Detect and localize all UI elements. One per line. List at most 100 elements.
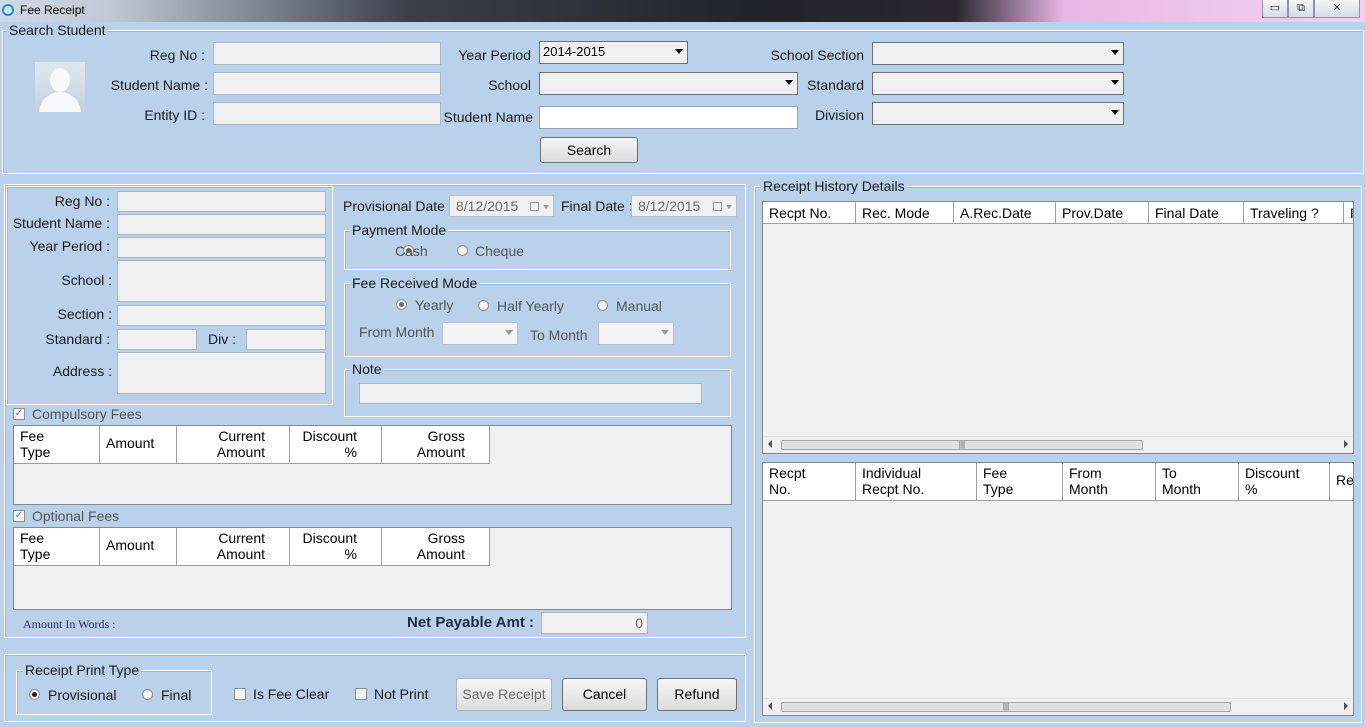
compulsory-fees-label: Compulsory Fees bbox=[32, 406, 142, 422]
year-period-detail-label: Year Period : bbox=[29, 238, 110, 254]
provisional-date-label: Provisional Date : bbox=[343, 198, 453, 214]
final-date-picker[interactable]: 8/12/2015 bbox=[631, 195, 737, 217]
reg-no-field[interactable] bbox=[117, 191, 326, 212]
restore-button[interactable]: ⧉ bbox=[1288, 0, 1314, 18]
yearly-radio-label: Yearly bbox=[415, 297, 454, 313]
final-radio[interactable] bbox=[142, 689, 153, 700]
column-header[interactable]: Recpt No. bbox=[763, 202, 856, 223]
column-header[interactable]: Amount bbox=[100, 528, 177, 565]
chevron-down-icon bbox=[543, 205, 549, 209]
cheque-radio[interactable] bbox=[457, 245, 468, 256]
column-header[interactable]: Current Amount bbox=[177, 528, 290, 565]
app-icon bbox=[2, 4, 14, 16]
provisional-date-picker[interactable]: 8/12/2015 bbox=[449, 195, 554, 217]
search-student-name-label: Student Name : bbox=[110, 77, 208, 93]
receipt-detail-grid[interactable]: Recpt No. Individual Recpt No. Fee Type Fro… bbox=[762, 462, 1354, 716]
school-field[interactable] bbox=[117, 260, 326, 302]
calendar-icon bbox=[530, 202, 539, 211]
standard-detail-label: Standard : bbox=[45, 331, 110, 347]
section-field[interactable] bbox=[117, 305, 326, 326]
column-header[interactable]: Recpt No. bbox=[763, 463, 856, 500]
compulsory-fees-grid[interactable]: Fee Type Amount Current Amount Discount% G… bbox=[13, 425, 732, 505]
yearly-radio[interactable] bbox=[396, 299, 407, 310]
column-header[interactable]: Final Date bbox=[1149, 202, 1244, 223]
column-header[interactable]: Traveling ? bbox=[1244, 202, 1344, 223]
optional-fees-checkbox[interactable]: ✓ bbox=[13, 510, 25, 522]
student-photo bbox=[35, 62, 85, 112]
column-header[interactable]: Rec. Mode bbox=[856, 202, 954, 223]
net-payable-label: Net Payable Amt : bbox=[407, 614, 534, 631]
address-label: Address : bbox=[52, 363, 112, 379]
provisional-radio-label: Provisional bbox=[48, 687, 117, 703]
from-month-select[interactable] bbox=[442, 322, 518, 345]
manual-radio[interactable] bbox=[597, 300, 608, 311]
note-input[interactable] bbox=[359, 383, 702, 404]
is-fee-clear-checkbox[interactable] bbox=[234, 688, 246, 700]
div-field[interactable] bbox=[246, 329, 326, 350]
student-name-field[interactable] bbox=[117, 214, 326, 235]
chevron-down-icon bbox=[1111, 110, 1119, 115]
column-header[interactable]: Discount% bbox=[290, 528, 382, 565]
not-print-checkbox[interactable] bbox=[355, 688, 367, 700]
chevron-down-icon bbox=[675, 49, 683, 54]
minimize-button[interactable]: ▭ bbox=[1262, 0, 1288, 18]
column-header[interactable]: Discount% bbox=[1239, 463, 1330, 500]
column-header[interactable]: From Month bbox=[1063, 463, 1156, 500]
column-header[interactable]: A.Rec.Date bbox=[954, 202, 1056, 223]
scrollbar-thumb[interactable]: ||| bbox=[781, 702, 1231, 712]
standard-select[interactable] bbox=[872, 72, 1124, 95]
column-header[interactable]: Re bbox=[1330, 463, 1353, 500]
to-month-select[interactable] bbox=[598, 322, 674, 345]
final-date-label: Final Date : bbox=[561, 198, 633, 214]
year-period-field[interactable] bbox=[117, 237, 326, 258]
search-entity-id-input[interactable] bbox=[213, 102, 441, 125]
arrow-left-icon[interactable] bbox=[768, 702, 772, 710]
year-period-select[interactable]: 2014-2015 bbox=[539, 41, 688, 64]
chevron-down-icon bbox=[505, 330, 513, 335]
search-student-group-label: Search Student bbox=[7, 22, 108, 38]
half-yearly-radio[interactable] bbox=[478, 300, 489, 311]
manual-radio-label: Manual bbox=[616, 298, 662, 314]
column-header[interactable]: F bbox=[1344, 202, 1353, 223]
arrow-left-icon[interactable] bbox=[768, 440, 772, 448]
column-header[interactable]: Fee Type bbox=[14, 426, 100, 463]
arrow-right-icon[interactable] bbox=[1344, 440, 1348, 448]
compulsory-fees-header: Fee Type Amount Current Amount Discount% G… bbox=[14, 426, 490, 464]
provisional-radio[interactable] bbox=[29, 689, 40, 700]
receipt-history-grid[interactable]: Recpt No. Rec. Mode A.Rec.Date Prov.Date… bbox=[762, 201, 1354, 454]
column-header[interactable]: Current Amount bbox=[177, 426, 290, 463]
search-button[interactable]: Search bbox=[540, 137, 638, 163]
standard-field[interactable] bbox=[117, 329, 197, 350]
scrollbar-thumb[interactable]: ||| bbox=[781, 440, 1143, 450]
column-header[interactable]: Gross Amount bbox=[382, 528, 490, 565]
school-label: School bbox=[488, 77, 531, 93]
school-section-select[interactable] bbox=[872, 42, 1124, 65]
column-header[interactable]: Individual Recpt No. bbox=[856, 463, 977, 500]
column-header[interactable]: Gross Amount bbox=[382, 426, 490, 463]
column-header[interactable]: Fee Type bbox=[977, 463, 1063, 500]
column-header[interactable]: To Month bbox=[1156, 463, 1239, 500]
column-header[interactable]: Fee Type bbox=[14, 528, 100, 565]
horizontal-scrollbar[interactable]: ||| bbox=[763, 698, 1353, 715]
search-reg-no-input[interactable] bbox=[213, 42, 441, 65]
column-header[interactable]: Prov.Date bbox=[1056, 202, 1149, 223]
division-select[interactable] bbox=[872, 102, 1124, 125]
optional-fees-grid[interactable]: Fee Type Amount Current Amount Discount% G… bbox=[13, 527, 732, 610]
refund-button[interactable]: Refund bbox=[657, 678, 737, 711]
net-payable-field[interactable]: 0 bbox=[541, 612, 648, 634]
arrow-right-icon[interactable] bbox=[1344, 702, 1348, 710]
div-label: Div : bbox=[208, 331, 236, 347]
title-bar: Fee Receipt ▭ ⧉ ✕ bbox=[0, 0, 1365, 22]
receipt-history-label: Receipt History Details bbox=[761, 178, 907, 194]
compulsory-fees-checkbox[interactable]: ✓ bbox=[13, 408, 25, 420]
from-month-label: From Month bbox=[359, 324, 435, 340]
save-receipt-button[interactable]: Save Receipt bbox=[456, 678, 552, 711]
address-field[interactable] bbox=[117, 352, 326, 394]
search-student-name-input[interactable] bbox=[213, 72, 441, 95]
cancel-button[interactable]: Cancel bbox=[562, 678, 647, 711]
close-button[interactable]: ✕ bbox=[1314, 0, 1360, 18]
section-label: Section : bbox=[57, 306, 112, 322]
horizontal-scrollbar[interactable]: ||| bbox=[763, 436, 1353, 453]
column-header[interactable]: Discount% bbox=[290, 426, 382, 463]
column-header[interactable]: Amount bbox=[100, 426, 177, 463]
